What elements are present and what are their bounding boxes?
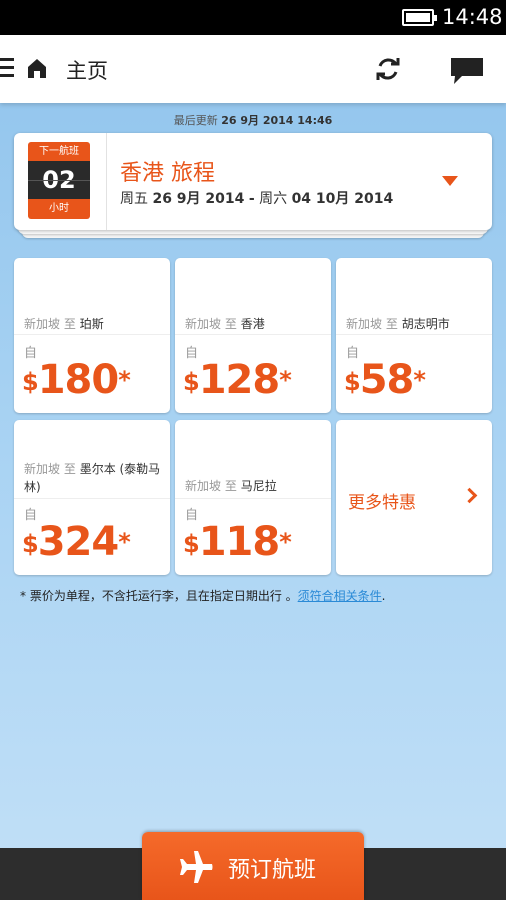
menu-icon[interactable]: [0, 58, 14, 78]
countdown-unit: 小时: [28, 199, 90, 219]
deal-tile[interactable]: 新加坡 至 墨尔本 (泰勒马林) 自 $324*: [14, 420, 170, 575]
more-deals-label: 更多特惠: [348, 493, 416, 513]
deal-price-value: 180: [37, 357, 119, 403]
deal-route: 新加坡 至 珀斯: [24, 315, 164, 333]
home-icon[interactable]: [26, 57, 48, 79]
deal-route: 新加坡 至 墨尔本 (泰勒马林): [24, 460, 164, 496]
countdown-label: 下一航班: [28, 142, 90, 161]
deal-from-label: 自: [346, 346, 360, 361]
deal-origin: 新加坡: [185, 479, 222, 493]
deal-asterisk: *: [413, 366, 426, 394]
deal-destination: 香港: [240, 317, 265, 331]
deal-price: $128*: [183, 357, 292, 403]
deal-currency: $: [22, 368, 39, 396]
deal-tile[interactable]: 新加坡 至 马尼拉 自 $118*: [175, 420, 331, 575]
footnote-end: .: [381, 589, 386, 603]
deal-route: 新加坡 至 香港: [185, 315, 325, 333]
refresh-icon[interactable]: [374, 55, 402, 83]
deal-origin: 新加坡: [24, 462, 61, 476]
dropdown-icon[interactable]: [442, 176, 458, 186]
deal-tile[interactable]: 新加坡 至 香港 自 $128*: [175, 258, 331, 413]
deal-currency: $: [22, 530, 39, 558]
fare-footnote: * 票价为单程，不含托运行李，且在指定日期出行 。须符合相关条件.: [20, 587, 385, 604]
book-flight-label: 预订航班: [228, 858, 317, 883]
last-updated: 最后更新 26 9月 2014 14:46: [0, 112, 506, 128]
deal-price: $58*: [344, 357, 426, 403]
status-time: 14:48: [442, 5, 503, 29]
last-updated-label: 最后更新: [173, 114, 218, 127]
deal-from-label: 自: [24, 346, 38, 361]
deal-destination: 珀斯: [79, 317, 104, 331]
book-flight-button[interactable]: 预订航班: [142, 832, 364, 900]
deal-currency: $: [344, 368, 361, 396]
deal-tile[interactable]: 新加坡 至 胡志明市 自 $58*: [336, 258, 492, 413]
deal-to: 至: [385, 317, 398, 331]
deal-to: 至: [224, 317, 237, 331]
deal-destination: 马尼拉: [240, 479, 277, 493]
trip-dates: 周五 26 9月 2014 - 周六 04 10月 2014: [120, 188, 393, 208]
deal-asterisk: *: [118, 366, 131, 394]
depart-day: 周五: [120, 191, 148, 207]
deal-origin: 新加坡: [24, 317, 61, 331]
terms-link[interactable]: 须符合相关条件: [298, 589, 382, 603]
chat-icon[interactable]: [450, 57, 484, 85]
deal-price-value: 118: [198, 519, 280, 565]
deal-asterisk: *: [279, 528, 292, 556]
deal-price: $118*: [183, 519, 292, 565]
trip-card[interactable]: 下一航班 02 小时 香港 旅程 周五 26 9月 2014 - 周六 04 1…: [14, 133, 492, 230]
deal-origin: 新加坡: [185, 317, 222, 331]
more-deals-button[interactable]: 更多特惠: [336, 420, 492, 575]
action-bar: 主页: [0, 35, 506, 103]
deal-asterisk: *: [279, 366, 292, 394]
footnote-text: * 票价为单程，不含托运行李，且在指定日期出行 。: [20, 589, 298, 603]
deal-price-value: 58: [359, 357, 415, 403]
divider: [106, 133, 107, 230]
page-title: 主页: [66, 59, 108, 83]
deal-to: 至: [63, 462, 76, 476]
airplane-icon: [180, 851, 213, 883]
deal-to: 至: [224, 479, 237, 493]
deal-price-value: 128: [198, 357, 280, 403]
deal-destination: 胡志明市: [401, 317, 450, 331]
last-updated-value: 26 9月 2014 14:46: [221, 114, 333, 127]
deal-from-label: 自: [24, 508, 38, 523]
deal-from-label: 自: [185, 508, 199, 523]
status-bar: 14:48: [0, 0, 506, 35]
deal-route: 新加坡 至 胡志明市: [346, 315, 486, 333]
date-separator: -: [248, 191, 255, 207]
deal-tile[interactable]: 新加坡 至 珀斯 自 $180*: [14, 258, 170, 413]
deal-price: $324*: [22, 519, 131, 565]
deal-from-label: 自: [185, 346, 199, 361]
deal-to: 至: [63, 317, 76, 331]
deal-route: 新加坡 至 马尼拉: [185, 477, 325, 495]
return-day: 周六: [259, 191, 288, 207]
chevron-right-icon: [461, 487, 478, 504]
battery-icon: [402, 9, 437, 26]
countdown-calendar: 下一航班 02 小时: [28, 142, 90, 219]
countdown-value: 02: [28, 161, 90, 199]
trip-title: 香港 旅程: [120, 161, 215, 186]
return-date: 04 10月 2014: [291, 191, 394, 207]
deal-asterisk: *: [118, 528, 131, 556]
deal-currency: $: [183, 368, 200, 396]
deal-price-value: 324: [37, 519, 119, 565]
deal-price: $180*: [22, 357, 131, 403]
deal-currency: $: [183, 530, 200, 558]
deal-origin: 新加坡: [346, 317, 383, 331]
depart-date: 26 9月 2014: [152, 191, 245, 207]
